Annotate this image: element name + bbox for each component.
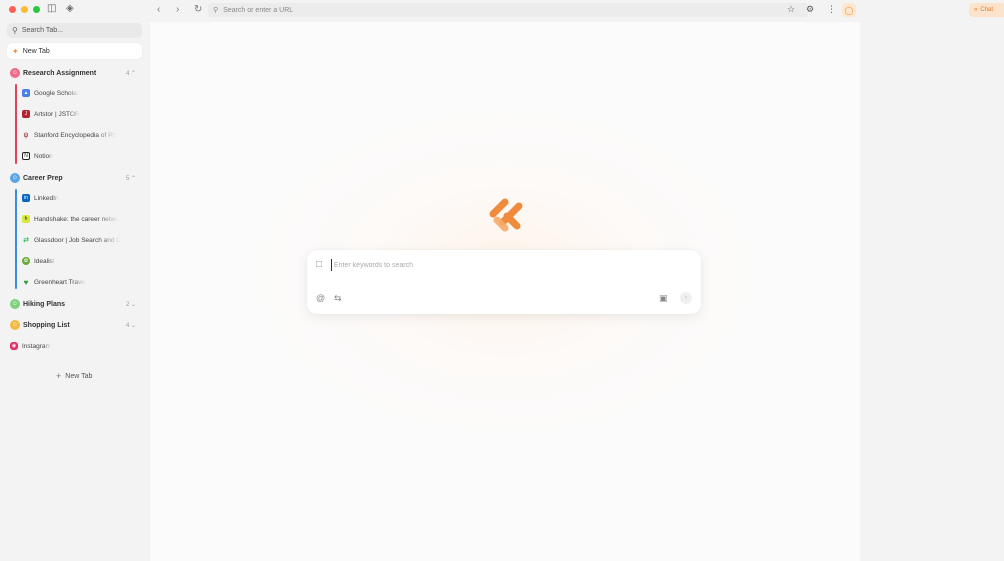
handshake-icon: h: [22, 215, 30, 223]
group-count: 2 ⌄: [125, 301, 136, 308]
tab-notion[interactable]: N Notion: [22, 150, 140, 162]
group-name: Career Prep: [23, 174, 63, 182]
arrow-up-icon: ↑: [684, 294, 688, 302]
glassdoor-icon: ⇄: [23, 237, 29, 244]
tab-label: Notion: [34, 152, 53, 160]
app-logo-icon: [489, 198, 523, 232]
reload-icon[interactable]: ↻: [194, 4, 202, 16]
settings-icon[interactable]: ⚙: [806, 4, 814, 15]
group-face-icon: ☺: [10, 173, 20, 183]
main-search-input[interactable]: [331, 259, 671, 271]
address-bar[interactable]: ⚲ Search or enter a URL: [208, 3, 808, 17]
tab-label: Idealist: [34, 257, 55, 265]
group-face-icon: ☺: [10, 320, 20, 330]
main-search-box: □ @ ⇆ ▣ ↑: [307, 250, 701, 314]
chat-button[interactable]: » Chat: [969, 3, 1004, 17]
group-face-icon: ☺: [10, 68, 20, 78]
sparkle-icon: ✦: [12, 46, 19, 56]
lightbulb-button[interactable]: ◯: [842, 3, 856, 17]
search-tab-field[interactable]: ⚲ Search Tab...: [7, 23, 142, 38]
collapse-chevrons-icon: »: [974, 7, 978, 13]
group-name: Shopping List: [23, 321, 70, 329]
tab-label: Instagram: [22, 342, 51, 350]
chat-label: Chat: [980, 7, 994, 13]
group-count: 4 ⌃: [125, 70, 136, 77]
tab-google-scholar[interactable]: ▲ Google Scholar: [22, 87, 140, 99]
layers-icon[interactable]: ◈: [66, 4, 74, 14]
active-tab-label: New Tab: [22, 47, 50, 55]
group-line: [15, 84, 17, 164]
tab-glassdoor[interactable]: ⇄ Glassdoor | Job Search and C: [22, 234, 140, 246]
google-scholar-icon: ▲: [22, 89, 30, 97]
active-tab-new-tab[interactable]: ✦ New Tab: [7, 43, 142, 59]
filter-settings-icon[interactable]: ⇆: [334, 293, 342, 303]
search-icon: ⚲: [213, 7, 219, 14]
group-count: 5 ⌃: [125, 175, 136, 182]
tab-greenheart[interactable]: ♥ Greenheart Travel: [22, 276, 140, 288]
chat-bubble-icon: □: [316, 259, 323, 270]
group-count: 4 ⌄: [125, 322, 136, 329]
jstor-icon: J: [22, 110, 30, 118]
group-name: Research Assignment: [23, 69, 97, 77]
group-hiking-plans[interactable]: ☺ Hiking Plans 2 ⌄: [10, 298, 140, 310]
greenheart-icon: ♥: [23, 277, 29, 287]
tab-jstor[interactable]: J Artstor | JSTOR: [22, 108, 140, 120]
new-tab-button[interactable]: + New Tab: [56, 371, 92, 381]
right-panel: [860, 22, 1004, 561]
group-name: Hiking Plans: [23, 300, 66, 308]
tab-label: Artstor | JSTOR: [34, 110, 80, 118]
more-menu-icon[interactable]: ⋮: [827, 4, 836, 15]
linkedin-icon: in: [22, 194, 30, 202]
bookmark-star-icon[interactable]: ☆: [787, 4, 795, 15]
tab-label: Google Scholar: [34, 89, 79, 97]
plus-icon: +: [56, 371, 62, 381]
tab-handshake[interactable]: h Handshake: the career netwo: [22, 213, 140, 225]
screenshot-icon[interactable]: ▣: [659, 293, 668, 303]
tab-linkedin[interactable]: in LinkedIn: [22, 192, 140, 204]
group-line: [15, 189, 17, 289]
group-face-icon: ☺: [10, 299, 20, 309]
sidebar-toggle-icon[interactable]: ◫: [47, 4, 56, 14]
tab-label: Stanford Encyclopedia of Phi: [34, 131, 118, 139]
back-button[interactable]: ‹: [157, 4, 160, 16]
tab-label: Handshake: the career netwo: [34, 215, 119, 223]
idealist-icon: ✿: [22, 257, 30, 265]
maximize-window-button[interactable]: [33, 6, 40, 13]
tab-label: Glassdoor | Job Search and C: [34, 236, 121, 244]
tab-instagram[interactable]: ◉ Instagram: [10, 340, 128, 352]
instagram-icon: ◉: [10, 342, 18, 350]
close-window-button[interactable]: [9, 6, 16, 13]
window-controls: [9, 6, 40, 13]
group-shopping-list[interactable]: ☺ Shopping List 4 ⌄: [10, 319, 140, 331]
forward-button[interactable]: ›: [176, 4, 179, 16]
group-research-assignment[interactable]: ☺ Research Assignment 4 ⌃: [10, 67, 140, 79]
new-tab-label: New Tab: [65, 372, 93, 380]
tab-stanford-encyclopedia[interactable]: ψ Stanford Encyclopedia of Phi: [22, 129, 140, 141]
tab-idealist[interactable]: ✿ Idealist: [22, 255, 140, 267]
notion-icon: N: [22, 152, 30, 160]
mention-icon[interactable]: @: [316, 293, 325, 303]
address-bar-placeholder: Search or enter a URL: [223, 6, 294, 14]
main-content: □ @ ⇆ ▣ ↑: [150, 22, 860, 561]
sidebar: ◫ ◈ ⚲ Search Tab... ✦ New Tab ☺ Research…: [0, 0, 150, 561]
lightbulb-icon: ◯: [844, 5, 854, 15]
search-icon: ⚲: [12, 26, 18, 35]
stanford-icon: ψ: [23, 131, 29, 139]
group-career-prep[interactable]: ☺ Career Prep 5 ⌃: [10, 172, 140, 184]
send-button[interactable]: ↑: [680, 292, 692, 304]
search-tab-placeholder: Search Tab...: [21, 27, 63, 34]
tab-label: LinkedIn: [34, 194, 59, 202]
tab-label: Greenheart Travel: [34, 278, 87, 286]
minimize-window-button[interactable]: [21, 6, 28, 13]
